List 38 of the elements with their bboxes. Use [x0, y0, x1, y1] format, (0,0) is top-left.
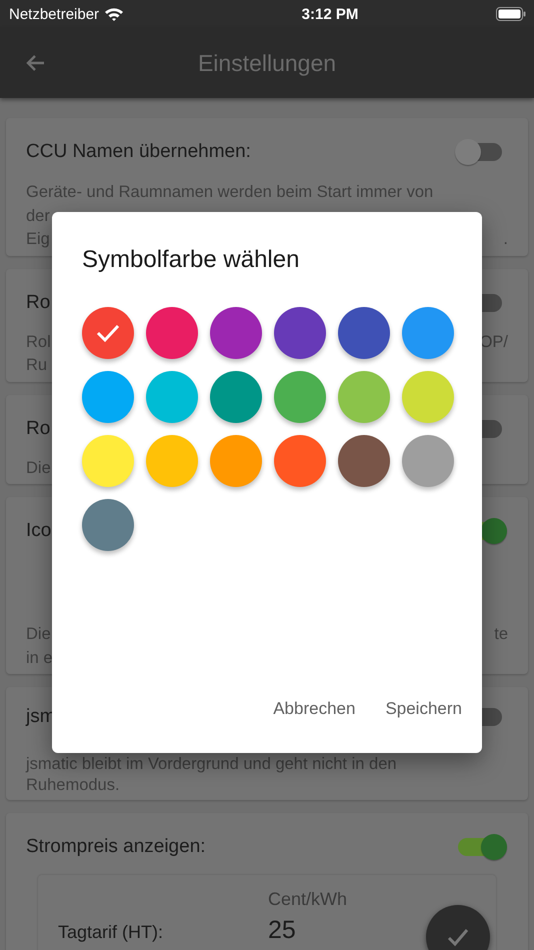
color-swatch[interactable] [82, 435, 134, 487]
color-swatch[interactable] [338, 307, 390, 359]
color-swatch[interactable] [146, 371, 198, 423]
check-icon [95, 323, 121, 343]
color-swatch[interactable] [210, 371, 262, 423]
color-swatch[interactable] [402, 435, 454, 487]
dialog-button[interactable]: Abbrechen [265, 695, 364, 723]
carrier-name: Netzbetreiber [9, 6, 100, 22]
color-swatch[interactable] [402, 371, 454, 423]
color-swatch[interactable] [210, 307, 262, 359]
color-swatch[interactable] [338, 435, 390, 487]
unit-label: Cent/kWh [268, 889, 348, 909]
status-time: 3:12 PM [302, 6, 358, 22]
color-swatch[interactable] [274, 435, 326, 487]
color-swatch[interactable] [338, 371, 390, 423]
setting-title: Ro [26, 418, 50, 440]
setting-title: Strompreis anzeigen: [26, 836, 206, 858]
wifi-icon [104, 6, 124, 22]
page-title: Einstellungen [198, 50, 336, 76]
tariff-label: Tagtarif (HT): [58, 922, 164, 943]
color-swatch[interactable] [274, 307, 326, 359]
confirm-button[interactable] [426, 905, 490, 950]
color-swatch[interactable] [82, 499, 134, 551]
setting-description: . [503, 229, 508, 250]
color-swatch[interactable] [82, 307, 134, 359]
color-swatch[interactable] [82, 371, 134, 423]
color-swatch[interactable] [210, 435, 262, 487]
setting-title: Ico [26, 520, 52, 542]
dialog-title: Symbolfarbe wählen [82, 246, 300, 274]
battery-icon [496, 7, 526, 21]
color-swatch[interactable] [146, 307, 198, 359]
dialog-button[interactable]: Speichern [377, 695, 470, 723]
setting-title: Ro [26, 292, 50, 314]
price-value[interactable]: 25 [268, 916, 296, 945]
color-swatch[interactable] [402, 307, 454, 359]
color-swatch[interactable] [274, 371, 326, 423]
color-swatch[interactable] [146, 435, 198, 487]
setting-title: CCU Namen übernehmen: [26, 141, 251, 163]
